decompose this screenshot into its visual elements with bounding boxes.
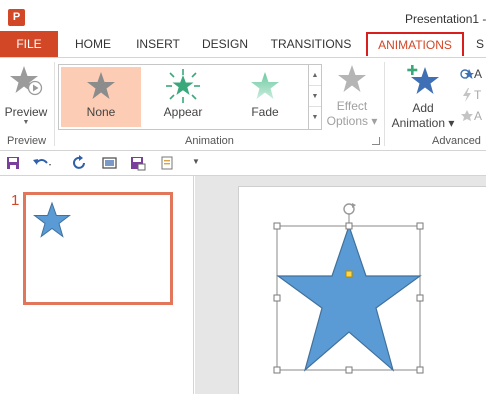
advanced-group-label: Advanced	[432, 135, 481, 147]
customize-toolbar-caret-icon[interactable]: ▼	[192, 157, 200, 173]
animation-appear[interactable]: Appear	[143, 67, 223, 127]
group-divider	[54, 62, 55, 146]
powerpoint-app-icon[interactable]: P	[8, 9, 25, 26]
thumbnail-star-shape	[33, 201, 71, 238]
effect-options-button[interactable]: Effect Options ▾	[326, 64, 378, 129]
animation-dialog-launcher-icon[interactable]	[372, 137, 380, 145]
tab-insert[interactable]: INSERT	[130, 31, 186, 57]
animation-pane-item[interactable]: A	[460, 66, 486, 87]
slideshow-from-beginning-icon[interactable]	[102, 155, 118, 171]
save-icon[interactable]	[6, 155, 20, 171]
undo-icon[interactable]	[32, 155, 54, 171]
preview-star-icon	[10, 66, 43, 96]
advanced-animation-items: A T A	[460, 66, 486, 129]
slide-thumbnail[interactable]	[23, 192, 173, 305]
gallery-scrollbar: ▲ ▼ ▼	[308, 65, 321, 129]
animation-painter-item[interactable]: A	[460, 108, 486, 129]
star-shape-selection[interactable]	[239, 187, 486, 394]
preview-button[interactable]: Preview ▼	[2, 64, 50, 127]
quick-access-toolbar: ▼	[0, 151, 486, 176]
ribbon-animations: Preview ▼ Preview None Appear Fade ▲ ▼ ▼…	[0, 57, 486, 151]
animation-gallery: None Appear Fade ▲ ▼ ▼	[58, 64, 322, 130]
ribbon-tabs: FILE HOME INSERT DESIGN TRANSITIONS ANIM…	[0, 31, 486, 57]
gallery-scroll-up-icon[interactable]: ▲	[309, 65, 321, 86]
animation-fade[interactable]: Fade	[225, 67, 305, 127]
preview-button-label: Preview	[4, 105, 48, 119]
fade-star-icon	[251, 72, 279, 99]
slide-number: 1	[11, 192, 20, 209]
tab-design[interactable]: DESIGN	[196, 31, 254, 57]
add-animation-label: Add Animation ▾	[391, 101, 455, 130]
animation-pane-icon	[460, 68, 474, 79]
redo-icon[interactable]	[72, 155, 88, 171]
group-divider	[384, 62, 385, 146]
effect-options-star-icon	[338, 65, 366, 92]
add-animation-button[interactable]: Add Animation ▾	[388, 64, 458, 131]
title-bar: P Presentation1 -	[0, 0, 486, 31]
animation-painter-icon	[461, 109, 473, 121]
trigger-item[interactable]: T	[460, 87, 486, 108]
slide-canvas[interactable]	[238, 186, 486, 394]
preview-group-label: Preview	[7, 135, 47, 147]
slide-thumbnails-pane: 1	[0, 176, 194, 394]
animation-group-label: Animation	[185, 135, 234, 147]
tab-home[interactable]: HOME	[64, 31, 122, 57]
slide-editor	[195, 176, 486, 394]
add-animation-star-icon	[407, 65, 439, 94]
tab-transitions[interactable]: TRANSITIONS	[264, 31, 358, 57]
appear-star-icon	[166, 69, 200, 103]
gallery-more-icon[interactable]: ▼	[309, 107, 321, 128]
animation-none-label: None	[86, 105, 116, 119]
save-as-icon[interactable]	[130, 155, 146, 171]
gallery-scroll-down-icon[interactable]: ▼	[309, 86, 321, 107]
animation-none[interactable]: None	[61, 67, 141, 127]
tab-slideshow[interactable]: S	[476, 31, 486, 57]
none-star-icon	[87, 72, 115, 99]
animation-fade-label: Fade	[251, 105, 279, 119]
animation-appear-label: Appear	[163, 105, 203, 119]
effect-options-label: Effect Options ▾	[326, 99, 378, 128]
format-painter-icon[interactable]	[160, 155, 176, 171]
tab-animations[interactable]: ANIMATIONS	[366, 32, 464, 56]
trigger-lightning-icon	[463, 87, 471, 102]
preview-dropdown-caret-icon[interactable]: ▼	[2, 119, 50, 127]
document-title: Presentation1 -	[405, 12, 486, 26]
tab-file[interactable]: FILE	[0, 31, 58, 57]
